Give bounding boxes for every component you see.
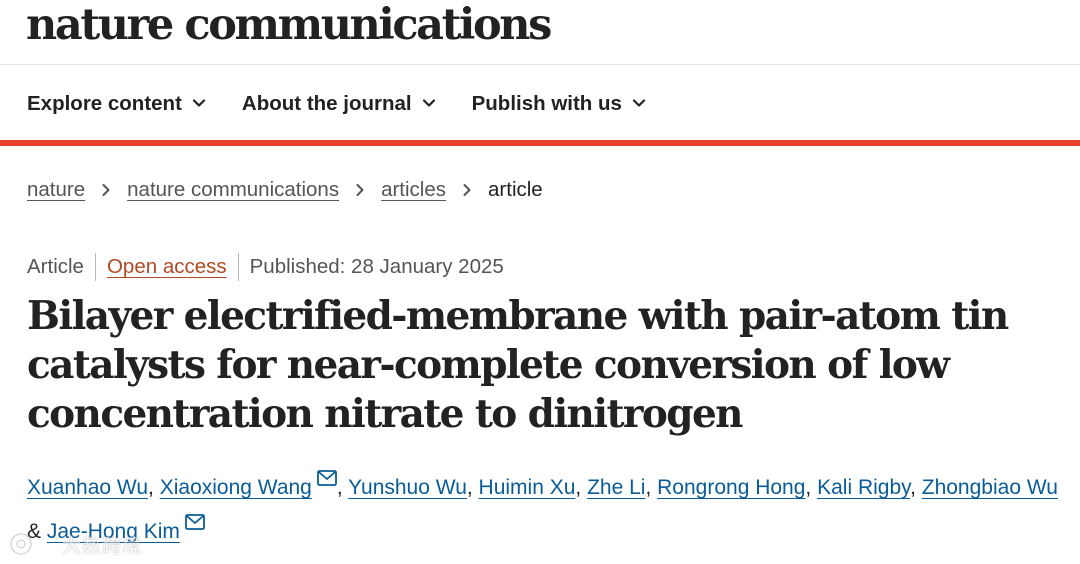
author-separator: , bbox=[336, 476, 349, 499]
breadcrumb: nature nature communications articles ar… bbox=[27, 174, 543, 206]
chevron-down-icon bbox=[632, 99, 646, 107]
author-link[interactable]: Xuanhao Wu bbox=[27, 476, 148, 499]
chevron-down-icon bbox=[422, 99, 435, 107]
author-link[interactable]: Zhe Li bbox=[587, 476, 645, 499]
chevron-right-icon bbox=[463, 184, 471, 196]
nav-item-label: About the journal bbox=[241, 92, 412, 115]
chevron-right-icon bbox=[356, 184, 364, 196]
author-link[interactable]: Huimin Xu bbox=[479, 476, 576, 499]
watermark: 大数跨境 bbox=[8, 530, 142, 558]
author-link[interactable]: Zhongbiao Wu bbox=[922, 476, 1058, 499]
chevron-right-icon bbox=[102, 184, 110, 196]
nav-about-the-journal[interactable]: About the journal bbox=[242, 92, 436, 116]
author-separator: , bbox=[148, 476, 160, 499]
nav-item-label: Explore content bbox=[27, 92, 182, 115]
author-list: Xuanhao Wu, Xiaoxiong Wang, Yunshuo Wu, … bbox=[27, 466, 1067, 554]
published-date: Published: 28 January 2025 bbox=[249, 255, 504, 278]
author-separator: , bbox=[575, 476, 588, 499]
meta-divider bbox=[237, 253, 239, 281]
breadcrumb-link-nature-communications[interactable]: nature communications bbox=[127, 178, 339, 202]
author-link[interactable]: Kali Rigby bbox=[817, 476, 910, 499]
mail-icon[interactable] bbox=[185, 514, 205, 530]
accent-bar bbox=[0, 140, 1080, 146]
author-link[interactable]: Xiaoxiong Wang bbox=[160, 476, 312, 499]
author-separator: , bbox=[910, 476, 922, 499]
author-separator: , bbox=[645, 476, 658, 499]
open-access-link[interactable]: Open access bbox=[107, 255, 227, 279]
breadcrumb-current: article bbox=[488, 178, 543, 201]
author-separator: , bbox=[466, 476, 479, 499]
nav-publish-with-us[interactable]: Publish with us bbox=[472, 92, 646, 116]
article-meta: Article Open access Published: 28 Januar… bbox=[27, 251, 504, 283]
author-separator: , bbox=[805, 476, 818, 499]
article-type: Article bbox=[27, 255, 84, 278]
breadcrumb-link-articles[interactable]: articles bbox=[381, 178, 446, 202]
watermark-logo-icon bbox=[9, 532, 33, 556]
author-link[interactable]: Rongrong Hong bbox=[657, 476, 805, 499]
main-nav: Explore content About the journal Publis… bbox=[27, 84, 682, 124]
article-title: Bilayer electrified-membrane with pair-a… bbox=[27, 293, 1009, 437]
journal-logo[interactable]: nature communications bbox=[26, 0, 552, 50]
meta-divider bbox=[94, 253, 96, 281]
nav-explore-content[interactable]: Explore content bbox=[27, 92, 206, 116]
author-link[interactable]: Yunshuo Wu bbox=[348, 476, 467, 499]
chevron-down-icon bbox=[192, 99, 206, 107]
header-divider bbox=[0, 64, 1080, 65]
nav-item-label: Publish with us bbox=[471, 92, 622, 115]
watermark-text: 大数跨境 bbox=[62, 534, 143, 557]
breadcrumb-link-nature[interactable]: nature bbox=[27, 178, 85, 202]
mail-icon[interactable] bbox=[316, 470, 337, 486]
